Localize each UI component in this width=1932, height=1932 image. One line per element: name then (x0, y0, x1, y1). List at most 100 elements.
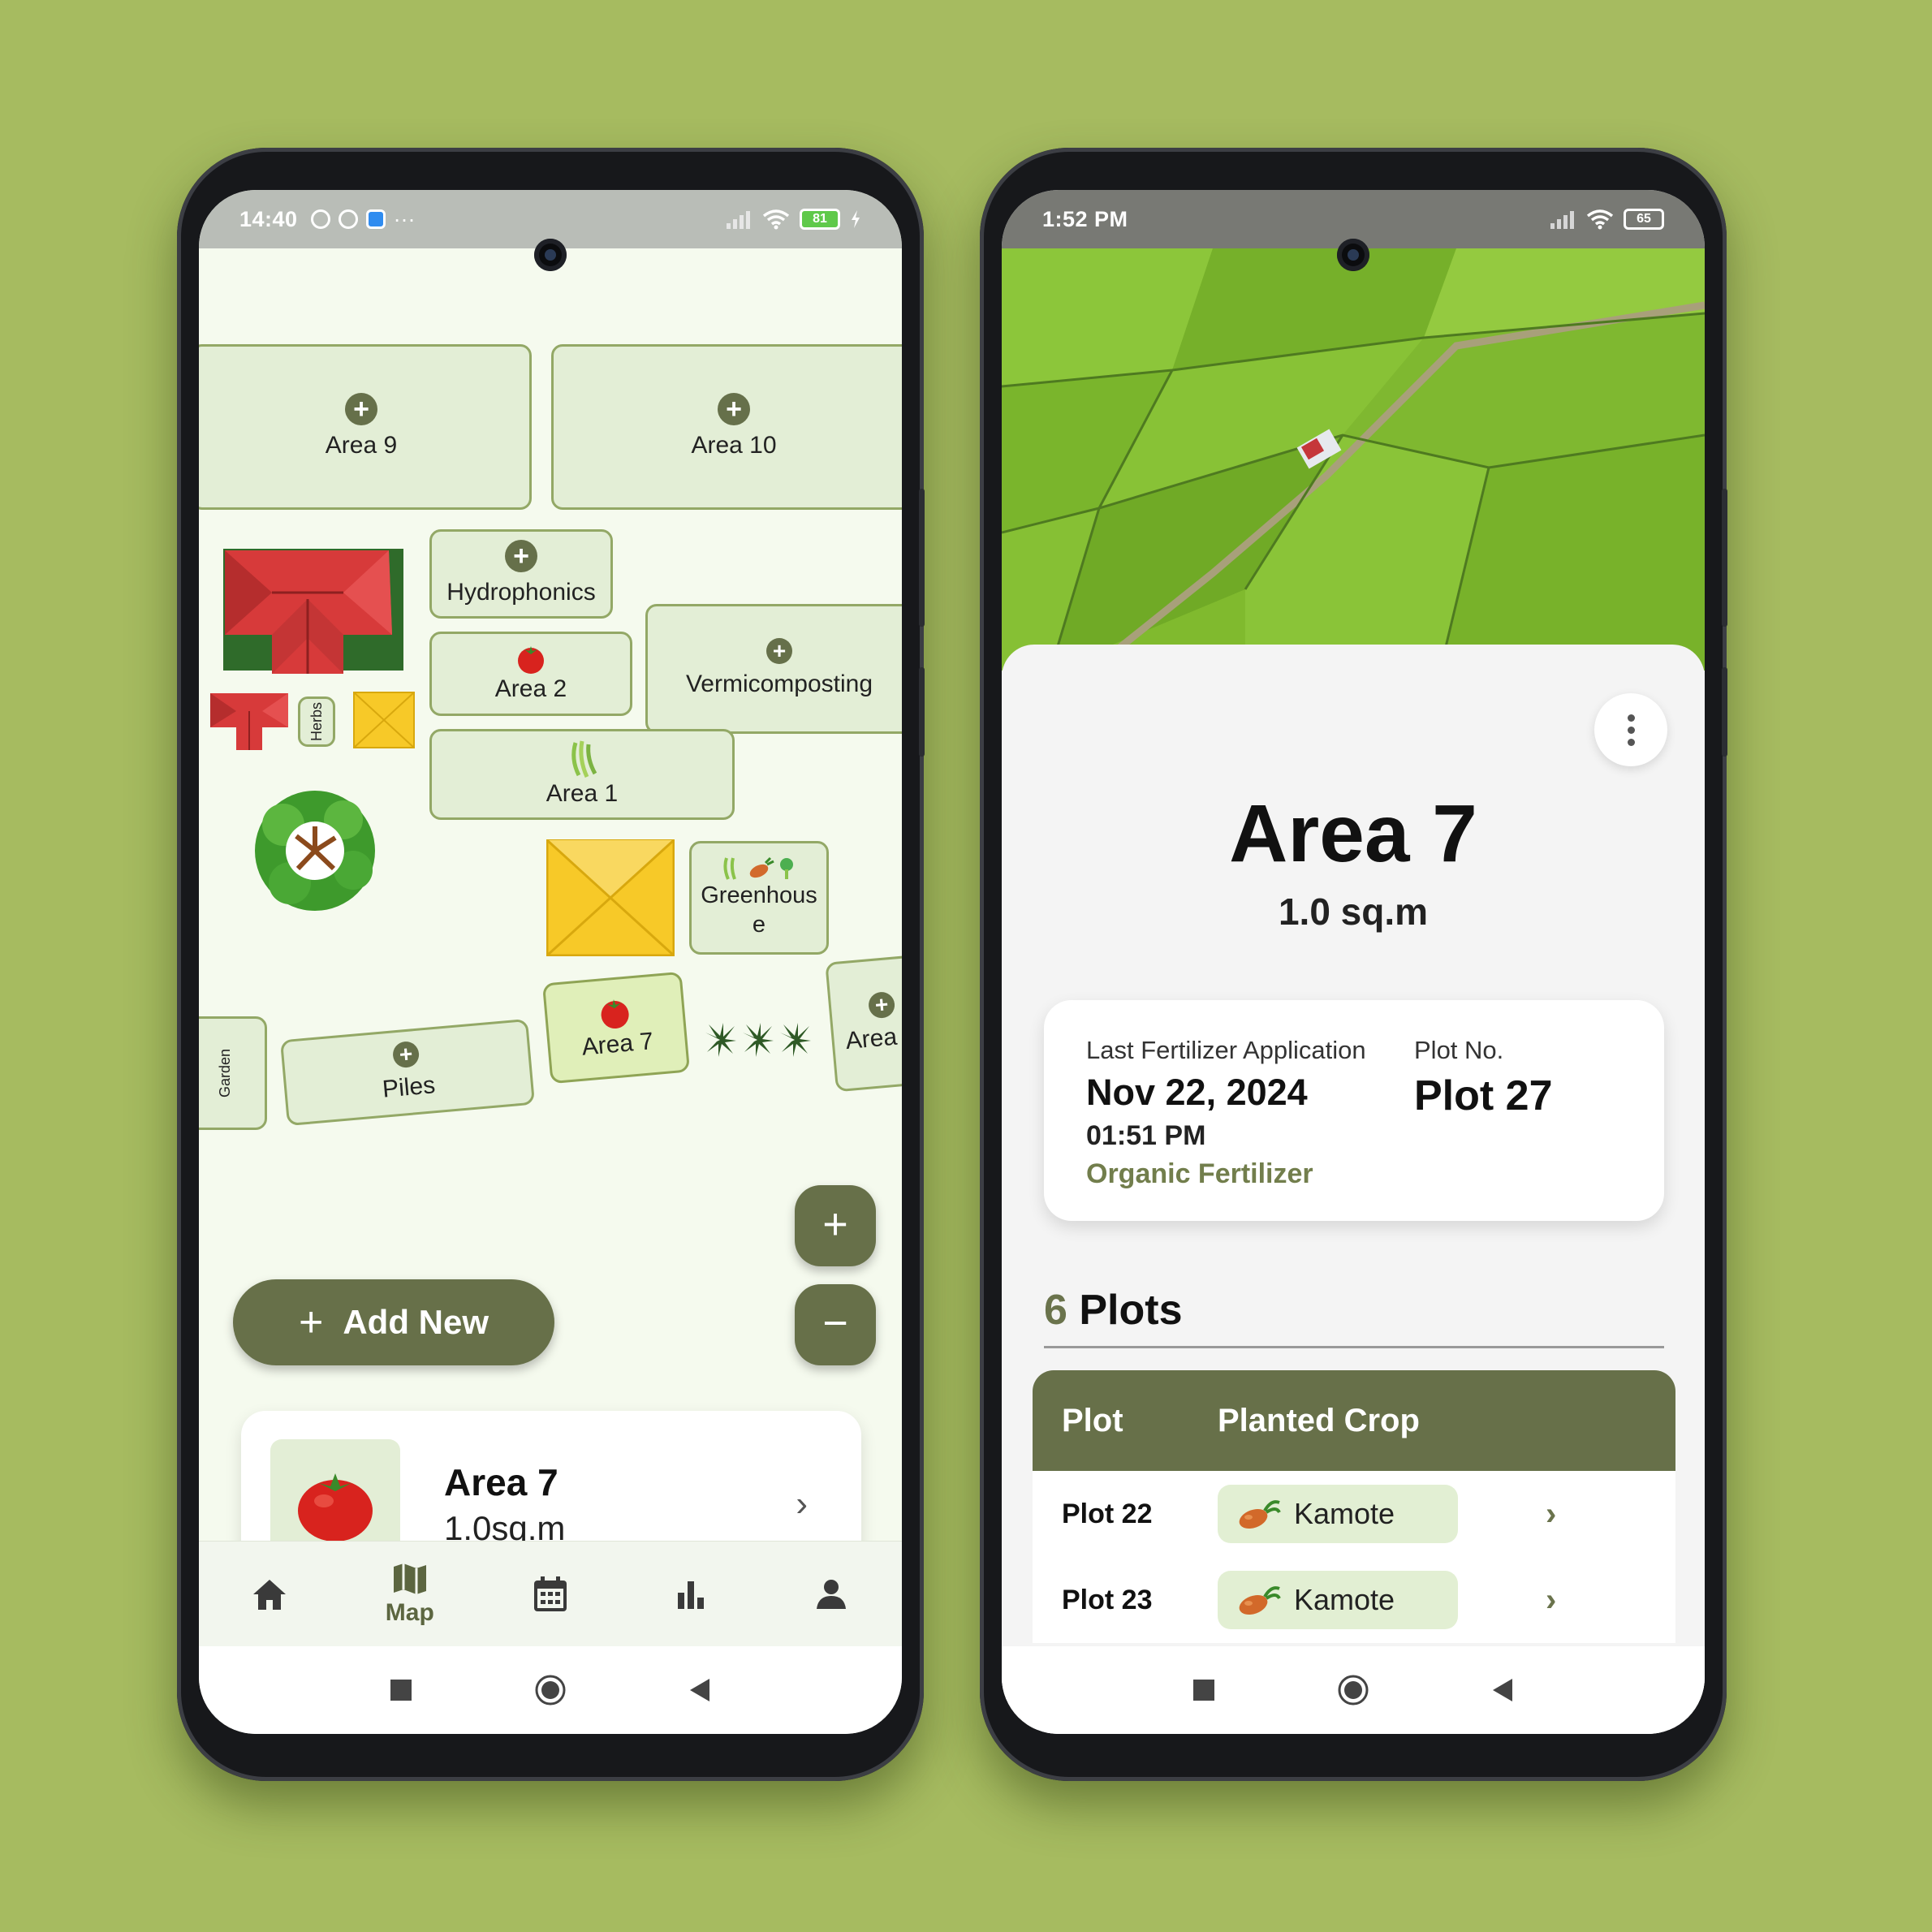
map-piles[interactable]: + Piles (279, 1018, 536, 1127)
status-time: 1:52 PM (1042, 206, 1128, 231)
nav-profile[interactable] (783, 1578, 880, 1611)
small-house-icon (210, 693, 288, 750)
map-area-2[interactable]: Area 2 (429, 632, 632, 716)
shrubs-icon (705, 1023, 811, 1057)
status-time: 14:40 (239, 206, 298, 231)
crop-name: Kamote (1294, 1583, 1395, 1616)
person-icon (817, 1579, 847, 1609)
battery-indicator: 81 (800, 209, 840, 230)
zoom-in-button[interactable]: + (795, 1185, 876, 1266)
crop-tag: Kamote (1218, 1485, 1458, 1543)
nav-home[interactable] (221, 1577, 318, 1611)
back-icon[interactable] (1491, 1678, 1514, 1702)
volume-button (919, 489, 925, 627)
app-notification-icon (365, 209, 386, 229)
card-size: 1.0sq.m (444, 1509, 566, 1541)
plot-cell: Plot 22 (1062, 1498, 1153, 1529)
card-title: Area 7 (444, 1461, 558, 1503)
kebab-dot (1627, 726, 1635, 734)
map-area-label: Area 7 (580, 1028, 655, 1061)
notification-icon (338, 209, 358, 229)
map-area-label: Area 9 (325, 432, 398, 459)
area-detail-sheet: Area 7 1.0 sq.m Last Fertilizer Applicat… (1002, 645, 1705, 1734)
plot-cell: Plot 23 (1062, 1584, 1153, 1615)
recents-icon[interactable] (1192, 1679, 1215, 1701)
more-options-button[interactable] (1594, 693, 1667, 766)
plus-icon: + (298, 1299, 324, 1346)
nav-stats[interactable] (642, 1578, 740, 1611)
map-area-partial[interactable]: + Area (825, 953, 902, 1093)
tomato-icon (601, 999, 629, 1029)
home-icon (252, 1579, 286, 1610)
rice-field-photo (1002, 248, 1705, 671)
map-area-label: Area (844, 1023, 899, 1055)
last-fertilizer-date: Nov 22, 2024 (1086, 1072, 1308, 1113)
last-fertilizer-time: 01:51 PM (1086, 1120, 1206, 1151)
home-button-icon[interactable] (1337, 1674, 1369, 1706)
table-row[interactable]: Plot 23 Kamote › (1033, 1557, 1675, 1643)
map-area-7[interactable]: Area 7 (541, 971, 691, 1085)
tree-icon (255, 791, 375, 911)
add-new-button[interactable]: + Add New (233, 1279, 554, 1365)
nav-map[interactable]: Map (361, 1562, 459, 1627)
last-fertilizer-label: Last Fertilizer Application (1086, 1036, 1366, 1064)
add-plot-icon: + (718, 393, 750, 426)
map-vermicomposting[interactable]: + Vermicomposting (645, 604, 902, 734)
add-plot-icon: + (766, 638, 792, 665)
wifi-icon (762, 209, 790, 230)
map-area-label: e (752, 912, 766, 938)
home-button-icon[interactable] (534, 1674, 567, 1706)
add-plot-icon: + (391, 1040, 420, 1069)
bottom-navigation: Map (199, 1541, 902, 1646)
crop-tag: Kamote (1218, 1571, 1458, 1629)
phone-left: 14:40 ··· 81 + Area 9 + Area 10 Herbs + … (177, 148, 925, 1781)
selected-area-card[interactable]: Area 7 1.0sq.m › (241, 1411, 861, 1541)
add-plot-icon: + (505, 540, 537, 573)
signal-icon (1550, 211, 1574, 229)
table-row[interactable]: Plot 22 Kamote › (1033, 1471, 1675, 1557)
fertilizer-info-card: Last Fertilizer Application Nov 22, 2024… (1044, 1000, 1664, 1221)
storage-box-icon (546, 839, 675, 956)
tomato-icon (518, 646, 544, 675)
map-area-10[interactable]: + Area 10 (551, 344, 902, 510)
nav-label: Map (385, 1598, 434, 1626)
map-icon (393, 1563, 426, 1594)
zoom-out-button[interactable]: − (795, 1284, 876, 1365)
nav-calendar[interactable] (502, 1576, 599, 1613)
house-icon (223, 549, 403, 674)
farm-map[interactable]: + Area 9 + Area 10 Herbs + Hydrophonics … (199, 248, 902, 1541)
chevron-right-icon[interactable]: › (1546, 1582, 1556, 1619)
map-area-label: Area 10 (691, 432, 777, 459)
column-header-plot: Plot (1062, 1402, 1123, 1438)
front-camera (1337, 239, 1369, 271)
map-hydrophonics[interactable]: + Hydrophonics (429, 529, 613, 619)
chevron-right-icon[interactable]: › (796, 1484, 808, 1524)
wifi-icon (1586, 209, 1614, 230)
area-hero-image (1002, 248, 1705, 671)
map-area-1[interactable]: Area 1 (429, 729, 735, 820)
fertilizer-type: Organic Fertilizer (1086, 1158, 1313, 1189)
map-area-label: Area 1 (546, 780, 619, 808)
charging-icon (852, 210, 860, 228)
recents-icon[interactable] (390, 1679, 412, 1701)
map-herbs[interactable]: Herbs (298, 696, 335, 747)
bar-chart-icon (678, 1581, 705, 1609)
notification-icon (310, 209, 330, 229)
back-icon[interactable] (688, 1678, 711, 1702)
plots-table: Plot Planted Crop Plot 22 Kamote › Plot … (1033, 1370, 1675, 1643)
map-area-label: Hydrophonics (446, 579, 596, 606)
volume-button (1722, 489, 1727, 627)
plot-no-value: Plot 27 (1414, 1072, 1553, 1119)
plots-label: Plots (1079, 1287, 1183, 1334)
map-greenhouse[interactable]: Greenhous e (689, 841, 829, 955)
more-notifications-icon: ··· (393, 206, 416, 231)
kebab-dot (1627, 738, 1635, 746)
power-button (1722, 667, 1727, 757)
map-garden[interactable]: Garden (199, 1016, 267, 1130)
sweet-potato-icon (1239, 1500, 1281, 1529)
phone-right: 1:52 PM 65 Area 7 1.0 sq.m Last Fertiliz… (980, 148, 1727, 1781)
map-area-9[interactable]: + Area 9 (199, 344, 532, 510)
table-header: Plot Planted Crop (1033, 1370, 1675, 1471)
storage-box-icon (353, 692, 415, 748)
chevron-right-icon[interactable]: › (1546, 1496, 1556, 1533)
